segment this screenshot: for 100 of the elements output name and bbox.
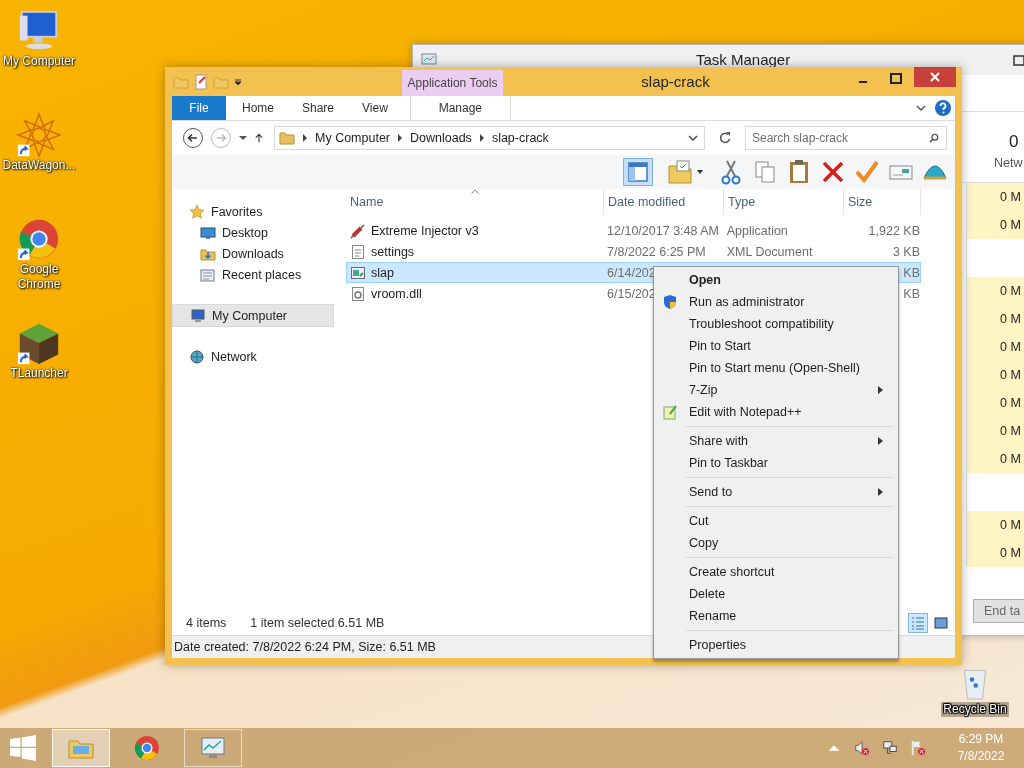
flag-icon[interactable] [910,740,926,756]
breadcrumb[interactable]: My Computer [315,131,391,145]
submenu-arrow-icon [878,386,884,394]
file-size: 3 KB [892,244,920,259]
selection-info: 1 item selected 6.51 MB [250,616,385,630]
end-task-button[interactable]: End ta [973,599,1024,623]
windows-logo-icon[interactable] [10,735,36,761]
network-value: 0 M [1000,218,1021,232]
window-title: Task Manager [696,51,791,68]
nav-item[interactable]: Desktop [172,222,334,243]
menu-item[interactable]: Cut [656,510,896,532]
file-name: settings [371,244,415,259]
dropdown-icon[interactable] [688,133,698,143]
close-button[interactable] [914,67,956,87]
nav-item[interactable]: Favorites [172,201,334,222]
network-value: 0 M [1000,396,1021,410]
date-modified: 12/10/2017 3:48 AM [607,223,719,238]
file-name: Extreme Injector v3 [371,223,479,238]
breadcrumb[interactable]: Downloads [410,131,472,145]
details-text: Date created: 7/8/2022 6:24 PM, Size: 6.51 MB [174,640,436,654]
properties-icon[interactable] [193,73,209,90]
network-value: 0 M [1000,368,1021,382]
menu-item[interactable]: Run as administrator [656,291,896,313]
file-name: slap [371,265,394,280]
file-type: Application [726,223,788,238]
menu-item[interactable]: Delete [656,583,896,605]
network-value: 0 M [1000,190,1021,204]
menu-item[interactable]: Properties [656,634,896,656]
browser-icon [133,734,161,762]
network-icon[interactable] [882,740,898,756]
menu-item[interactable]: Pin to Taskbar [656,452,896,474]
menu-item[interactable]: Rename [656,605,896,627]
chevron-right-icon[interactable] [478,134,485,142]
contextual-tab-group: Application Tools [402,70,503,96]
column-header[interactable]: Netw [994,156,1023,170]
column-value: 0 [1009,132,1019,152]
chevron-right-icon[interactable] [397,134,404,142]
document-icon [350,243,366,260]
computer-icon [190,307,206,324]
nav-item[interactable]: My Computer [172,304,334,327]
star-icon [189,203,205,220]
column-header[interactable]: Name [346,189,604,215]
menu-item[interactable]: Share with [656,430,896,452]
folder-options-icon[interactable] [665,158,705,186]
speaker-muted-icon[interactable] [854,740,870,756]
refresh-icon[interactable] [717,130,733,146]
help-icon[interactable] [935,100,951,116]
taskbar-button[interactable] [52,729,110,767]
nav-item[interactable]: Downloads [172,243,334,264]
network-value: 0 M [1000,284,1021,298]
folder-icon [279,130,295,146]
notepad-icon [662,404,678,420]
program-icon [350,264,366,281]
column-header[interactable]: Type [724,189,844,215]
network-value: 0 M [1000,546,1021,560]
menu-item[interactable]: Pin to Start [656,335,896,357]
file-size: KB [903,265,920,280]
network-value: 0 M [1000,424,1021,438]
file-tab[interactable]: File [172,96,226,120]
maximize-icon[interactable] [1013,55,1024,67]
back-icon[interactable] [182,127,204,149]
item-count: 4 items [186,616,227,630]
menu-item[interactable]: Edit with Notepad++ [656,401,896,423]
window-title: slap-crack [640,73,711,90]
network-value: 0 M [1000,340,1021,354]
search-field[interactable]: Search slap-crack [745,126,947,150]
syringe-icon [350,222,366,239]
nav-item[interactable]: Recent places [172,264,334,285]
chevron-right-icon[interactable] [302,134,308,142]
shield-icon [662,294,678,310]
menu-item[interactable]: Troubleshoot compatibility [656,313,896,335]
breadcrumb[interactable]: slap-crack [491,131,549,145]
address-bar[interactable]: My Computer Downloads slap-crack [274,126,705,150]
submenu-arrow-icon [878,488,884,496]
dropdown-icon[interactable] [238,133,248,143]
column-header[interactable]: Date modified [604,189,724,215]
network-value: 0 M [1000,452,1021,466]
menu-item[interactable]: 7-Zip [656,379,896,401]
up-arrow-icon[interactable] [254,133,264,143]
taskbar-button[interactable] [184,729,242,767]
checkmark-icon[interactable] [853,158,881,186]
nav-item[interactable]: Network [172,346,334,367]
column-header[interactable]: Size [844,189,921,215]
menu-item[interactable]: Copy [656,532,896,554]
file-size: 1,922 KB [868,223,920,238]
recent-places-icon [200,266,216,283]
chevron-down-icon[interactable] [915,102,927,114]
file-type: XML Document [726,244,813,259]
star-pattern-icon[interactable] [16,112,62,158]
file-size: KB [903,286,920,301]
desktop-icon [200,224,216,241]
preview-pane-button[interactable] [623,158,653,186]
submenu-arrow-icon [878,437,884,445]
monitor-icon [421,52,437,68]
dropdown-icon[interactable] [233,76,243,87]
date-modified: 7/8/2022 6:25 PM [607,244,706,259]
menu-item[interactable]: Send to [656,481,896,503]
menu-item[interactable]: Pin to Start menu (Open-Shell) [656,357,896,379]
network-value: 0 M [1000,518,1021,532]
menu-item[interactable]: Create shortcut [656,561,896,583]
